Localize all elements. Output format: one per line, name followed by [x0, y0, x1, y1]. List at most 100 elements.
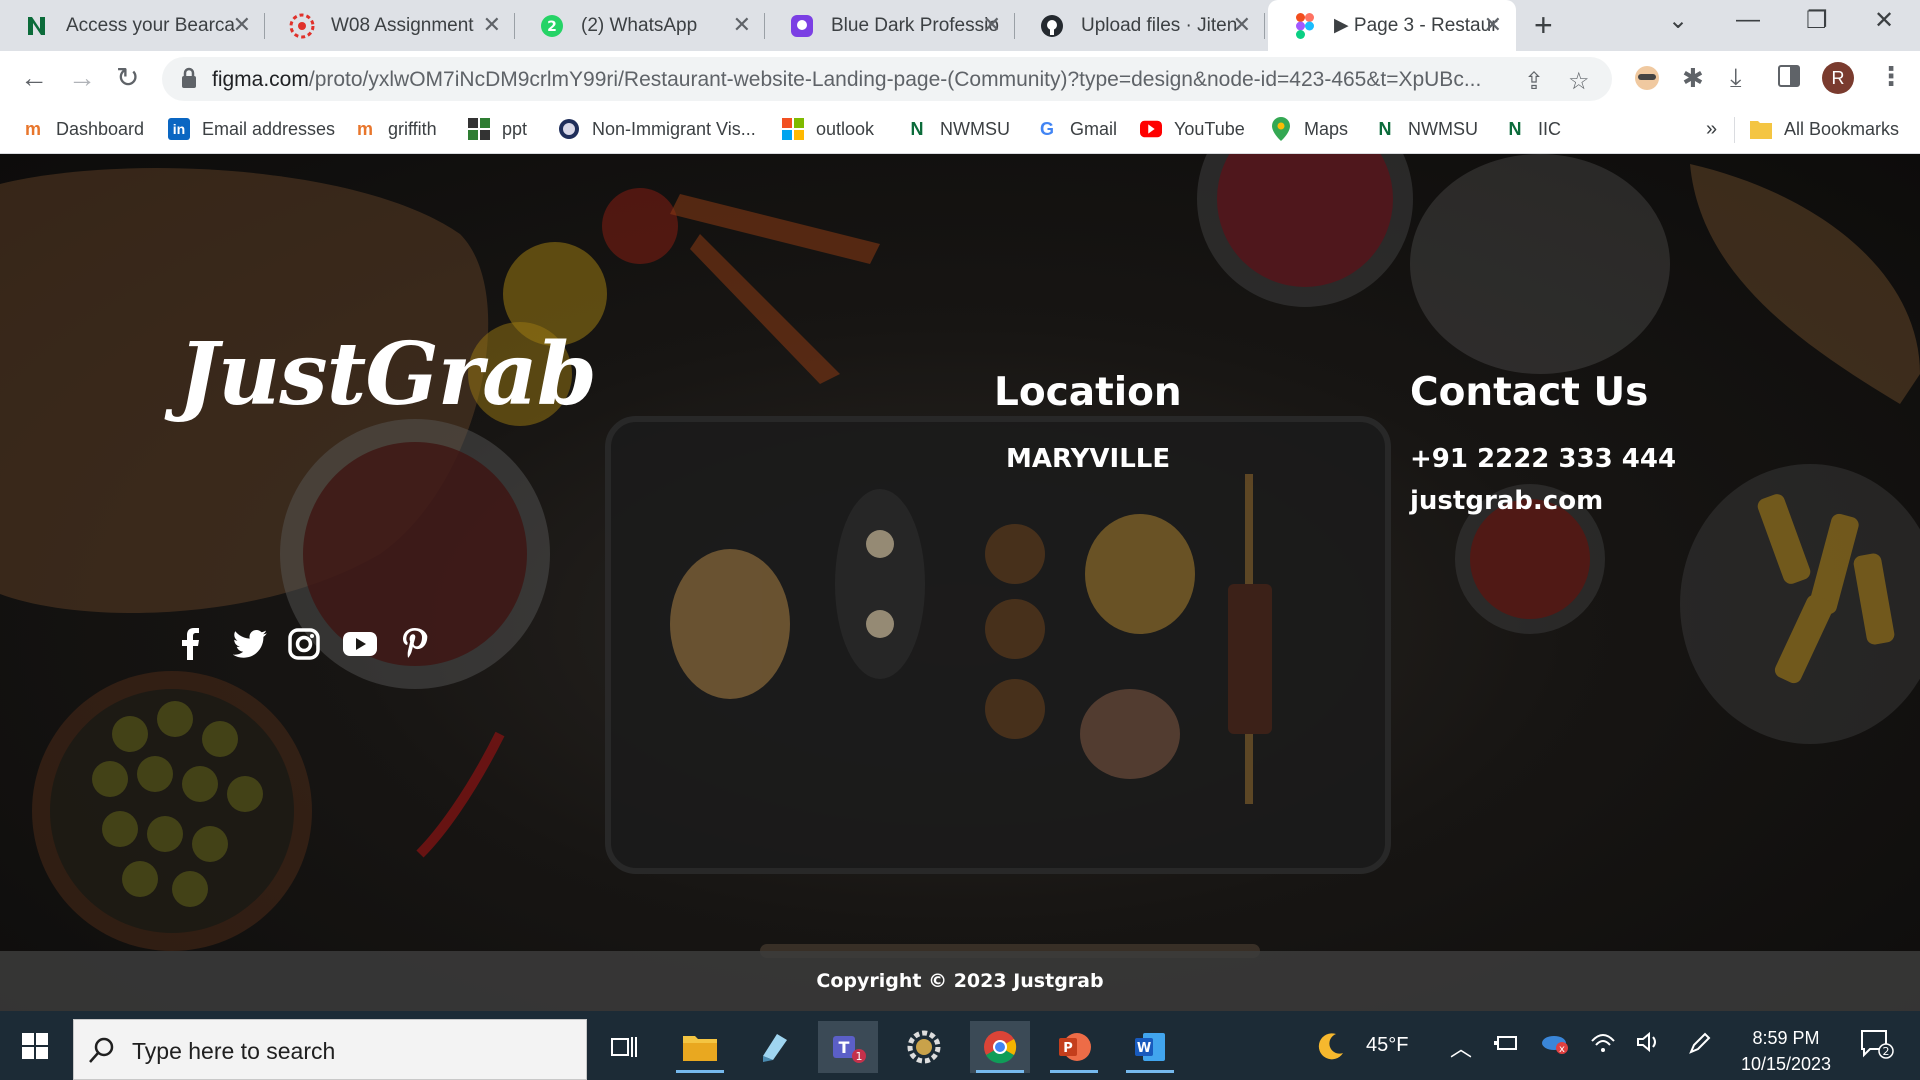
contact-website-link[interactable]: justgrab.com: [1410, 486, 1603, 516]
bookmarks-overflow-button[interactable]: »: [1706, 118, 1717, 141]
tab-whatsapp[interactable]: 2 (2) WhatsApp ✕: [515, 0, 765, 51]
extensions-puzzle-icon[interactable]: ✱: [1682, 63, 1704, 94]
close-icon[interactable]: ✕: [983, 13, 1001, 37]
griffith-icon: m: [356, 118, 373, 139]
notification-center-icon[interactable]: 2: [1860, 1029, 1894, 1065]
bookmark-maps[interactable]: Maps: [1270, 117, 1348, 141]
close-icon[interactable]: ✕: [483, 13, 501, 37]
close-icon[interactable]: ✕: [1233, 13, 1251, 37]
contact-heading: Contact Us: [1410, 370, 1649, 415]
svg-text:2: 2: [547, 19, 557, 35]
bookmark-nwmsu[interactable]: N NWMSU: [906, 118, 1011, 140]
profile-avatar[interactable]: R: [1822, 62, 1854, 94]
wifi-icon[interactable]: [1590, 1031, 1616, 1059]
nwmsu-icon: N: [1508, 118, 1522, 139]
justgrab-logo[interactable]: JustGrab: [178, 324, 597, 425]
forward-button[interactable]: →: [68, 63, 96, 93]
reload-button[interactable]: ↻: [116, 63, 139, 93]
google-icon: G: [1039, 118, 1054, 139]
task-view-icon[interactable]: [594, 1021, 654, 1073]
new-tab-button[interactable]: +: [1534, 8, 1553, 42]
youtube-icon[interactable]: [340, 624, 380, 664]
powerpoint-icon[interactable]: P: [1044, 1021, 1104, 1073]
nwmsu-icon: N: [1378, 118, 1392, 139]
bookmark-gmail[interactable]: G Gmail: [1036, 118, 1117, 140]
bookmark-griffith[interactable]: m griffith: [354, 118, 437, 140]
windows-start-icon[interactable]: [22, 1033, 48, 1059]
bookmarks-bar: m Dashboard in Email addresses m griffit…: [0, 107, 1920, 154]
twitter-icon[interactable]: [230, 624, 270, 664]
bookmark-ppt[interactable]: ppt: [468, 118, 527, 140]
tab-search-icon[interactable]: ⌄: [1668, 6, 1688, 35]
maps-icon: [1270, 117, 1292, 141]
battery-icon[interactable]: [1494, 1033, 1520, 1059]
volume-icon[interactable]: [1636, 1031, 1662, 1059]
restore-button[interactable]: ❐: [1806, 6, 1828, 35]
close-icon[interactable]: ✕: [733, 13, 751, 37]
pen-icon[interactable]: [1688, 1031, 1712, 1061]
tab-w08-assignment[interactable]: W08 Assignment ✕: [265, 0, 515, 51]
nwmsu-icon: [24, 13, 50, 39]
location-heading: Location: [994, 370, 1182, 415]
pinterest-icon[interactable]: [395, 624, 435, 664]
svg-text:P: P: [1063, 1041, 1073, 1056]
search-placeholder: Type here to search: [132, 1038, 336, 1064]
contact-phone[interactable]: +91 2222 333 444: [1410, 444, 1676, 474]
tab-github[interactable]: Upload files · Jiten ✕: [1015, 0, 1265, 51]
bookmark-iic[interactable]: N IIC: [1504, 118, 1562, 140]
close-window-button[interactable]: ✕: [1874, 6, 1894, 35]
teams-icon[interactable]: T1: [818, 1021, 878, 1073]
tab-canva[interactable]: Blue Dark Professio ✕: [765, 0, 1015, 51]
browser-toolbar: ← → ↻ figma.com/proto/yxlwOM7iNcDM9crlmY…: [0, 51, 1920, 107]
canvas-icon: [289, 13, 315, 39]
svg-text:x: x: [1559, 1044, 1565, 1055]
file-explorer-icon[interactable]: [670, 1021, 730, 1073]
svg-text:T: T: [839, 1038, 850, 1057]
minimize-button[interactable]: —: [1736, 6, 1760, 34]
svg-text:2: 2: [1883, 1045, 1890, 1058]
side-panel-icon[interactable]: [1778, 65, 1800, 92]
location-value: MARYVILLE: [1006, 444, 1171, 474]
bookmark-dashboard[interactable]: m Dashboard: [22, 118, 144, 140]
close-icon[interactable]: ✕: [233, 13, 251, 37]
bookmark-outlook[interactable]: outlook: [782, 118, 874, 140]
tab-figma-page3[interactable]: ▶ Page 3 - Restaur ✕: [1268, 0, 1516, 51]
weather-temperature[interactable]: 45°F: [1366, 1034, 1408, 1057]
taskbar-clock[interactable]: 8:59 PM 10/15/2023: [1716, 1025, 1856, 1077]
all-bookmarks-button[interactable]: All Bookmarks: [1750, 118, 1899, 140]
copyright-bar: Copyright © 2023 Justgrab: [0, 951, 1920, 1011]
food-background-image: [0, 154, 1920, 958]
bookmark-non-immigrant-visa[interactable]: Non-Immigrant Vis...: [558, 118, 756, 140]
share-icon[interactable]: ⇪: [1524, 67, 1544, 96]
microsoft-icon: [782, 118, 804, 140]
notepad-icon[interactable]: [744, 1021, 804, 1073]
bookmark-email-addresses[interactable]: in Email addresses: [168, 118, 335, 140]
figma-icon: [1292, 12, 1318, 39]
facebook-icon[interactable]: [170, 624, 210, 664]
word-icon[interactable]: W: [1120, 1021, 1180, 1073]
tab-access-bearcat[interactable]: Access your Bearca ✕: [0, 0, 265, 51]
chrome-icon[interactable]: [970, 1021, 1030, 1073]
weather-moon-icon[interactable]: [1316, 1031, 1346, 1067]
instagram-icon[interactable]: [284, 624, 324, 664]
canva-icon: [789, 13, 815, 39]
onedrive-icon[interactable]: x: [1540, 1031, 1570, 1061]
back-button[interactable]: ←: [20, 63, 48, 93]
bookmark-star-icon[interactable]: ☆: [1568, 67, 1590, 96]
chevron-up-icon[interactable]: ︿: [1450, 1031, 1472, 1063]
extension-avatar-icon[interactable]: [1632, 63, 1662, 98]
close-icon[interactable]: ✕: [1484, 13, 1502, 37]
search-icon: [89, 1037, 114, 1063]
taskbar-search-box[interactable]: Type here to search: [73, 1019, 587, 1080]
ppt-icon: [468, 118, 490, 140]
restaurant-footer-section: JustGrab Location MARYVILLE Contact Us +…: [0, 154, 1920, 1011]
settings-gear-icon[interactable]: [894, 1021, 954, 1073]
download-icon[interactable]: ⤓: [1730, 62, 1742, 94]
bookmark-youtube[interactable]: YouTube: [1140, 118, 1245, 140]
copyright-text: Copyright © 2023 Justgrab: [816, 970, 1104, 992]
address-bar[interactable]: figma.com/proto/yxlwOM7iNcDM9crlmY99ri/R…: [162, 57, 1612, 101]
whatsapp-icon: 2: [539, 13, 565, 39]
menu-kebab-icon[interactable]: ⋮: [1878, 61, 1904, 92]
bookmark-nwmsu-2[interactable]: N NWMSU: [1374, 118, 1479, 140]
nwmsu-icon: N: [910, 118, 924, 139]
